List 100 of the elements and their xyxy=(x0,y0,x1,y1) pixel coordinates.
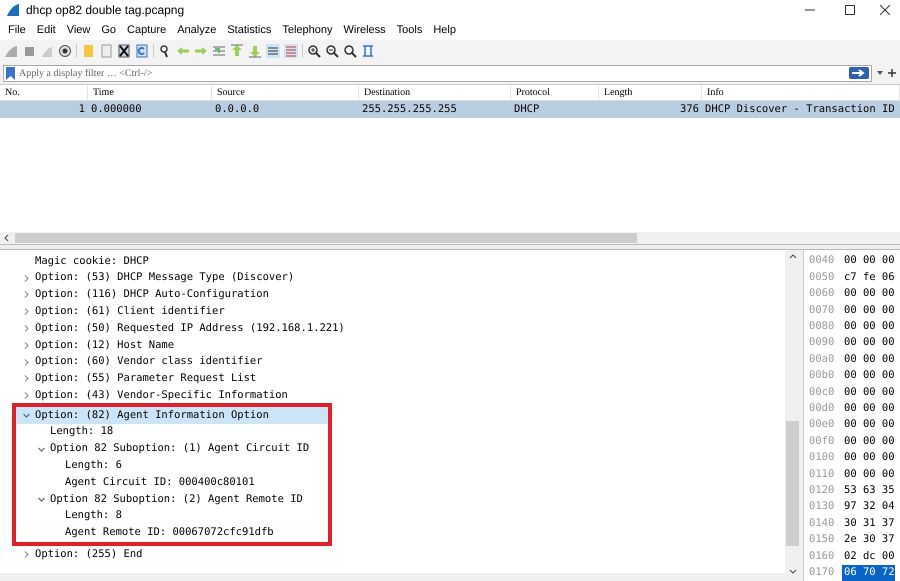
down-arrow-icon[interactable] xyxy=(248,44,262,58)
tree-item[interactable]: Option: (43) Vendor-Specific Information xyxy=(35,388,288,404)
menu-item[interactable]: Analyze xyxy=(172,21,222,39)
menu-item[interactable]: Telephony xyxy=(277,21,338,39)
menu-item[interactable]: Tools xyxy=(392,21,428,39)
tree-item[interactable]: Option: (12) Host Name xyxy=(35,338,174,354)
zoom-out-icon[interactable] xyxy=(325,44,339,58)
hex-bytes[interactable]: 00 00 00 xyxy=(842,302,895,318)
tree-item[interactable]: Option 82 Suboption: (2) Agent Remote ID xyxy=(50,492,303,508)
close-file-icon[interactable] xyxy=(117,44,131,58)
hex-bytes[interactable]: 00 00 00 xyxy=(842,253,895,270)
hex-bytes[interactable]: 53 63 35 xyxy=(842,483,895,499)
column-header[interactable]: Destination xyxy=(364,85,410,100)
expanded-chevron-icon[interactable] xyxy=(38,496,45,504)
hex-bytes[interactable]: 00 00 00 xyxy=(842,450,895,466)
hex-bytes[interactable]: 00 00 00 xyxy=(842,286,895,302)
resize-columns-icon[interactable] xyxy=(361,44,375,58)
column-header[interactable]: Source xyxy=(217,85,245,100)
tree-item[interactable]: Length: 18 xyxy=(50,424,114,440)
horizontal-scrollbar-thumb[interactable] xyxy=(15,233,637,243)
list-arrow-icon[interactable] xyxy=(212,44,226,58)
hex-bytes[interactable]: 00 00 00 xyxy=(842,352,895,368)
collapsed-chevron-icon[interactable] xyxy=(23,551,30,558)
column-header[interactable]: No. xyxy=(5,85,20,100)
tree-item[interactable]: Agent Remote ID: 00067072cfc91dfb xyxy=(65,525,274,542)
hex-bytes[interactable]: 06 70 72 xyxy=(842,565,895,581)
column-header[interactable]: Time xyxy=(93,85,114,100)
scroll-down-icon[interactable] xyxy=(788,567,796,575)
hex-offset: 0080 xyxy=(808,318,836,334)
tree-item[interactable]: Option: (116) DHCP Auto-Configuration xyxy=(35,287,269,303)
zoom-in-icon[interactable] xyxy=(307,44,321,58)
menu-item[interactable]: Capture xyxy=(122,21,172,39)
stop-square-icon[interactable] xyxy=(22,44,36,58)
column-header[interactable]: Info xyxy=(707,85,724,100)
collapsed-chevron-icon[interactable] xyxy=(23,308,30,316)
hex-bytes[interactable]: c7 fe 06 xyxy=(842,270,895,286)
tree-item[interactable]: Option: (255) End xyxy=(35,547,142,563)
scroll-up-icon[interactable] xyxy=(788,253,796,261)
hex-bytes[interactable]: 00 00 00 xyxy=(842,318,895,335)
tree-item[interactable]: Agent Circuit ID: 000400c80101 xyxy=(65,474,255,491)
menu-item[interactable]: Statistics xyxy=(222,21,276,39)
hex-bytes[interactable]: 2e 30 37 xyxy=(842,532,895,548)
tree-item[interactable]: Magic cookie: DHCP xyxy=(35,254,149,270)
reload-icon[interactable] xyxy=(135,44,149,58)
collapsed-chevron-icon[interactable] xyxy=(23,291,30,298)
hex-bytes[interactable]: 00 00 00 xyxy=(842,417,895,434)
menu-item[interactable]: File xyxy=(3,21,31,39)
table-cell-text: DHCP xyxy=(514,102,540,117)
hex-bytes[interactable]: 02 dc 00 xyxy=(842,548,895,564)
column-header[interactable]: Length xyxy=(604,85,632,100)
hex-offset: 0070 xyxy=(808,302,836,318)
collapsed-chevron-icon[interactable] xyxy=(23,375,30,382)
scroll-left-icon[interactable] xyxy=(3,234,11,242)
hex-offset: 0120 xyxy=(808,483,836,498)
hex-bytes[interactable]: 00 00 00 xyxy=(842,400,895,417)
app-fin-icon xyxy=(6,3,20,17)
hex-bytes[interactable]: 00 00 00 xyxy=(842,384,895,400)
restart-fin-icon[interactable] xyxy=(40,44,54,58)
hex-offset: 0160 xyxy=(808,548,836,564)
hex-bytes[interactable]: 97 32 04 xyxy=(842,499,895,516)
menu-item[interactable]: Edit xyxy=(32,21,61,39)
menu-item[interactable]: View xyxy=(62,21,96,39)
tree-item[interactable]: Option 82 Suboption: (1) Agent Circuit ID xyxy=(50,441,310,458)
menu-item[interactable]: Go xyxy=(96,21,122,39)
tree-item[interactable]: Length: 6 xyxy=(65,458,122,474)
tree-item[interactable]: Option: (55) Parameter Request List xyxy=(35,371,256,387)
tree-item[interactable]: Option: (53) DHCP Message Type (Discover) xyxy=(35,270,294,286)
hex-offset: 00a0 xyxy=(808,352,836,367)
collapsed-chevron-icon[interactable] xyxy=(23,325,30,332)
hex-bytes[interactable]: 00 00 00 xyxy=(842,434,895,450)
expanded-chevron-icon[interactable] xyxy=(38,446,45,453)
collapsed-chevron-icon[interactable] xyxy=(23,342,30,349)
packet-row[interactable]: 1 0.000000 0.0.0.0 255.255.255.255 DHCP 376 DHCP Discover - Transaction ID xyxy=(0,101,900,118)
menu-item[interactable]: Wireless xyxy=(338,21,391,39)
tree-item[interactable]: Option: (61) Client identifier xyxy=(35,304,225,320)
collapsed-chevron-icon[interactable] xyxy=(23,392,30,400)
zoom-reset-icon[interactable] xyxy=(343,44,357,58)
maximize-icon[interactable] xyxy=(845,5,855,15)
display-filter-box[interactable]: Apply a display filter … <Ctrl-/> xyxy=(3,64,872,82)
hex-bytes[interactable]: 00 00 00 xyxy=(842,368,895,384)
tree-item[interactable]: Option: (50) Requested IP Address (192.168.1.221) xyxy=(35,320,345,336)
collapsed-chevron-icon[interactable] xyxy=(23,358,30,366)
hex-bytes[interactable]: 00 00 00 xyxy=(842,335,895,352)
hex-offset: 0040 xyxy=(808,253,836,268)
hex-bytes[interactable]: 00 00 00 xyxy=(842,466,895,482)
vertical-scrollbar-thumb[interactable] xyxy=(786,421,799,546)
table-cell-text: 1 xyxy=(78,102,85,117)
hex-offset: 00e0 xyxy=(808,417,836,432)
expanded-chevron-icon[interactable] xyxy=(23,412,30,420)
hex-bytes[interactable]: 30 31 37 xyxy=(842,516,895,532)
colorize-icon[interactable] xyxy=(284,44,298,58)
tree-item[interactable]: Length: 8 xyxy=(65,508,122,524)
up-arrow-icon[interactable] xyxy=(230,44,244,58)
autoscroll-icon[interactable] xyxy=(266,44,280,58)
column-header[interactable]: Protocol xyxy=(516,85,550,100)
close-icon[interactable] xyxy=(880,5,890,15)
apply-filter-button[interactable] xyxy=(849,67,869,79)
collapsed-chevron-icon[interactable] xyxy=(23,274,30,282)
menu-item[interactable]: Help xyxy=(428,21,461,39)
tree-item[interactable]: Option: (60) Vendor class identifier xyxy=(35,354,263,370)
